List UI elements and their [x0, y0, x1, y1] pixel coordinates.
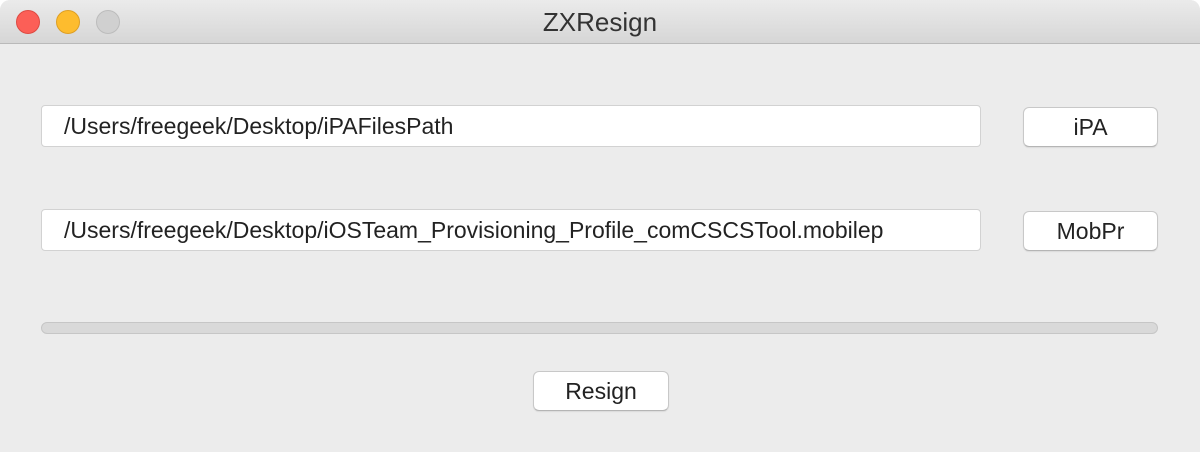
resign-button[interactable]: Resign [533, 371, 669, 411]
mobileprovision-select-button[interactable]: MobPr [1023, 211, 1158, 251]
provisioning-profile-path-field[interactable]: /Users/freegeek/Desktop/iOSTeam_Provisio… [41, 209, 981, 251]
ipa-path-field[interactable]: /Users/freegeek/Desktop/iPAFilesPath [41, 105, 981, 147]
app-window: ZXResign /Users/freegeek/Desktop/iPAFile… [0, 0, 1200, 452]
window-title: ZXResign [542, 7, 658, 37]
resign-progress-bar [41, 322, 1158, 334]
title-bar[interactable]: ZXResign [0, 0, 1200, 44]
ipa-select-button[interactable]: iPA [1023, 107, 1158, 147]
